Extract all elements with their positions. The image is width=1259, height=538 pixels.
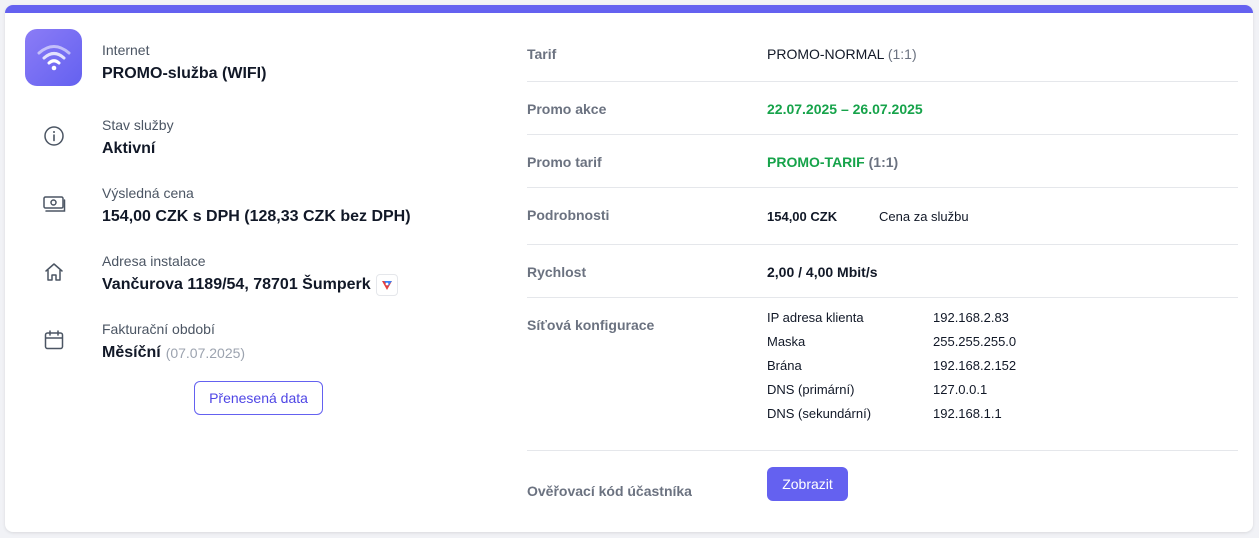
service-name-block: Internet PROMO-služba (WIFI): [102, 41, 266, 85]
network-value: 192.168.2.83: [933, 310, 1009, 325]
tarif-label: Tarif: [527, 46, 557, 62]
network-value: 127.0.0.1: [933, 382, 988, 397]
billing-value: Měsíční: [102, 344, 161, 361]
info-icon: [38, 120, 70, 152]
service-card: Internet PROMO-služba (WIFI) Stav služby…: [5, 5, 1253, 532]
billing-row: Měsíční (07.07.2025): [102, 342, 245, 364]
network-value: 192.168.2.152: [933, 358, 1017, 373]
map-icon[interactable]: [375, 274, 398, 296]
service-name: PROMO-služba (WIFI): [102, 65, 267, 82]
status-block: Stav služby Aktivní: [102, 116, 174, 160]
tarif-value-group: PROMO-NORMAL (1:1): [767, 46, 917, 62]
speed-value: 2,00 / 4,00 Mbit/s: [767, 264, 878, 280]
promo-action-row: Promo akce 22.07.2025 – 26.07.2025: [527, 82, 1238, 135]
details-desc: Cena za službu: [879, 209, 969, 224]
details-label: Podrobnosti: [527, 207, 610, 223]
tarif-ratio: (1:1): [887, 46, 917, 62]
price-value: 154,00 CZK s DPH (128,33 CZK bez DPH): [102, 208, 411, 225]
promo-tarif-value-group: PROMO-TARIF (1:1): [767, 154, 898, 170]
wifi-icon: [25, 29, 82, 86]
network-table-row: Brána 192.168.2.152: [767, 358, 1016, 382]
speed-label: Rychlost: [527, 264, 587, 280]
price-label: Výsledná cena: [102, 185, 194, 201]
price-block: Výsledná cena 154,00 CZK s DPH (128,33 C…: [102, 184, 411, 228]
promo-action-value: 22.07.2025 – 26.07.2025: [767, 101, 923, 117]
service-details: Tarif PROMO-NORMAL (1:1) Promo akce 22.0…: [527, 13, 1238, 501]
address-value: Vančurova 1189/54, 78701 Šumperk: [102, 276, 371, 293]
promo-tarif-label: Promo tarif: [527, 154, 602, 170]
billing-block: Fakturační období Měsíční (07.07.2025): [102, 320, 245, 364]
network-key: Brána: [767, 358, 802, 373]
network-table-row: DNS (sekundární) 192.168.1.1: [767, 406, 1016, 430]
details-price: 154,00 CZK: [767, 209, 838, 224]
tarif-value: PROMO-NORMAL: [767, 46, 884, 62]
status-label: Stav služby: [102, 117, 174, 133]
network-table-row: IP adresa klienta 192.168.2.83: [767, 310, 1016, 334]
billing-label: Fakturační období: [102, 321, 215, 337]
network-value: 192.168.1.1: [933, 406, 1002, 421]
promo-tarif-ratio: (1:1): [868, 154, 899, 170]
promo-tarif-value: PROMO-TARIF: [767, 154, 865, 170]
service-summary: Internet PROMO-služba (WIFI) Stav služby…: [5, 13, 505, 532]
network-label: Síťová konfigurace: [527, 317, 655, 333]
network-key: IP adresa klienta: [767, 310, 864, 325]
network-key: DNS (sekundární): [767, 406, 872, 421]
service-type-label: Internet: [102, 42, 150, 58]
status-value: Aktivní: [102, 140, 156, 157]
network-row: Síťová konfigurace IP adresa klienta 192…: [527, 298, 1238, 451]
show-code-button[interactable]: Zobrazit: [767, 467, 848, 501]
promo-action-label: Promo akce: [527, 101, 607, 117]
address-block: Adresa instalace Vančurova 1189/54, 7870…: [102, 252, 398, 296]
billing-date: (07.07.2025): [165, 345, 246, 361]
tarif-row: Tarif PROMO-NORMAL (1:1): [527, 13, 1238, 82]
promo-tarif-row: Promo tarif PROMO-TARIF (1:1): [527, 135, 1238, 188]
speed-row: Rychlost 2,00 / 4,00 Mbit/s: [527, 245, 1238, 298]
verify-label: Ověřovací kód účastníka: [527, 483, 692, 499]
accent-bar: [5, 5, 1253, 13]
address-label: Adresa instalace: [102, 253, 206, 269]
transferred-data-button[interactable]: Přenesená data: [194, 381, 323, 415]
network-key: DNS (primární): [767, 382, 855, 397]
network-table: IP adresa klienta 192.168.2.83 Maska 255…: [767, 310, 1016, 430]
network-key: Maska: [767, 334, 806, 349]
calendar-icon: [38, 324, 70, 356]
network-value: 255.255.255.0: [933, 334, 1017, 349]
address-row: Vančurova 1189/54, 78701 Šumperk: [102, 274, 398, 296]
home-icon: [38, 256, 70, 288]
network-table-row: DNS (primární) 127.0.0.1: [767, 382, 1016, 406]
details-row: Podrobnosti 154,00 CZK Cena za službu: [527, 188, 1238, 245]
network-table-row: Maska 255.255.255.0: [767, 334, 1016, 358]
money-icon: [38, 188, 70, 220]
